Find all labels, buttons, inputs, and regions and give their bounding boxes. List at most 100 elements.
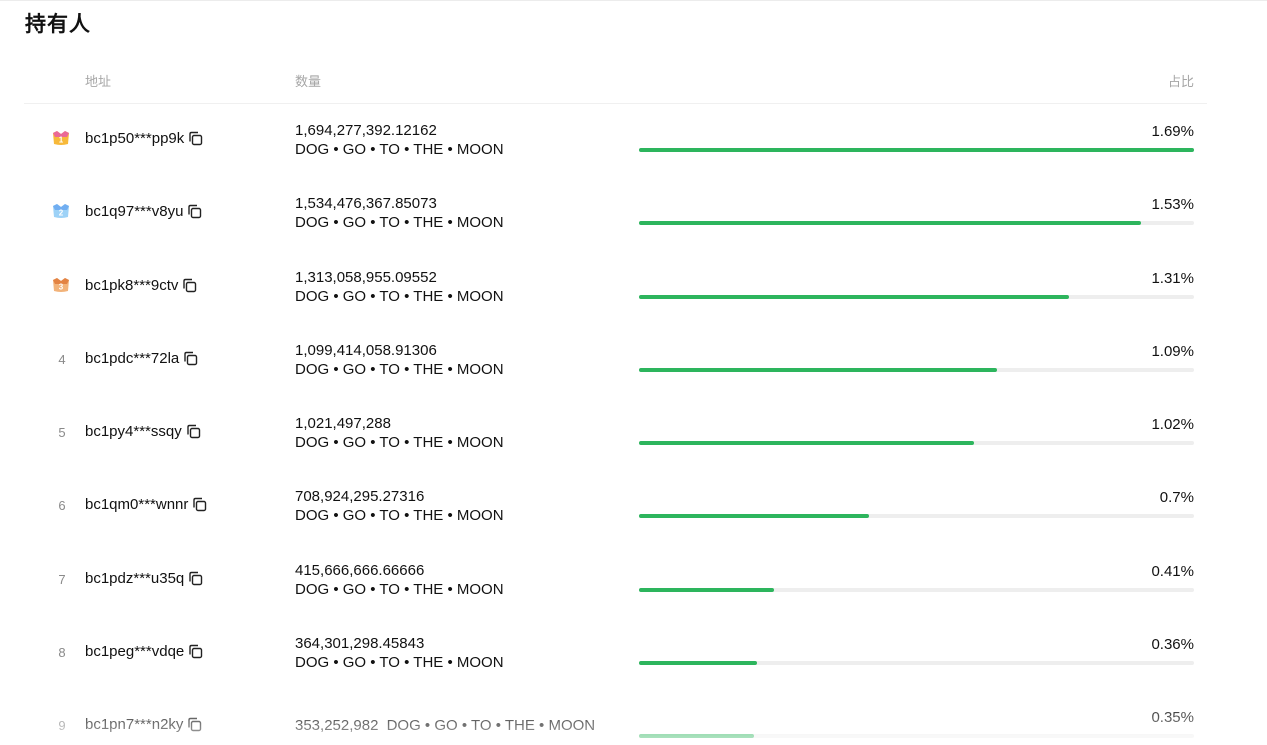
holding-amount: 353,252,982	[295, 717, 379, 735]
holder-address[interactable]: bc1pdz***u35q	[85, 570, 204, 587]
holding-amount: 708,924,295.27316	[295, 488, 425, 506]
copy-icon[interactable]	[186, 716, 203, 733]
holder-address-text: bc1pdz***u35q	[85, 569, 185, 587]
share-progress-bar	[639, 367, 1194, 372]
column-header-quantity: 数量	[295, 74, 322, 89]
holding-amount: 364,301,298.45843	[295, 635, 425, 653]
holder-address-text: bc1qm0***wnnr	[85, 496, 189, 514]
column-header-share: 占比	[1167, 74, 1194, 89]
holding-amount: 1,021,497,288	[295, 415, 391, 433]
share-progress-fill	[639, 221, 1142, 226]
rank-number: 9	[58, 718, 66, 734]
holding-share-percent: 1.02%	[1151, 416, 1194, 434]
holding-quantity: 1,021,497,288 DOG • GO • TO • THE • MOON	[295, 414, 504, 452]
table-row: 3 bc1pk8***9ctv 1,313,058,955.09552 DOG …	[24, 251, 1207, 324]
share-progress-fill	[639, 367, 997, 372]
share-progress-fill	[639, 294, 1070, 299]
share-progress-bar	[639, 514, 1194, 519]
holder-address[interactable]: bc1q97***v8yu	[85, 203, 203, 220]
share-progress-fill	[639, 441, 974, 446]
holder-address-text: bc1py4***ssqy	[85, 423, 182, 441]
token-name: DOG • GO • TO • THE • MOON	[295, 580, 504, 598]
holder-address[interactable]: bc1qm0***wnnr	[85, 496, 208, 513]
share-progress-fill	[639, 587, 774, 592]
share-progress-fill	[639, 514, 869, 519]
medal-rank-number: 1	[59, 136, 64, 145]
copy-icon[interactable]	[187, 643, 204, 660]
holding-share-percent: 1.69%	[1151, 123, 1194, 140]
share-progress-bar	[639, 441, 1194, 446]
holder-address-text: bc1p50***pp9k	[85, 130, 185, 147]
holder-address[interactable]: bc1pdc***72la	[85, 350, 199, 367]
holding-share-percent: 0.41%	[1151, 562, 1194, 580]
holding-share-percent: 0.7%	[1159, 489, 1194, 507]
rank-number: 8	[58, 645, 66, 661]
table-row: 2 bc1q97***v8yu 1,534,476,367.85073 DOG …	[24, 177, 1207, 250]
table-row: 7 bc1pdz***u35q 415,666,666.66666 DOG • …	[24, 544, 1207, 617]
holder-address-text: bc1pdc***72la	[85, 349, 180, 367]
token-name: DOG • GO • TO • THE • MOON	[295, 507, 504, 525]
column-header-address: 地址	[85, 74, 112, 89]
share-progress-bar	[639, 221, 1194, 226]
token-name: DOG • GO • TO • THE • MOON	[295, 287, 504, 305]
rank-number: 4	[58, 351, 66, 367]
holding-share-percent: 0.35%	[1151, 709, 1194, 727]
gold-medal-icon: 1	[53, 131, 69, 145]
copy-icon[interactable]	[181, 277, 198, 294]
silver-medal-icon: 2	[53, 204, 69, 219]
share-progress-fill	[639, 661, 758, 666]
holding-quantity: 1,694,277,392.12162 DOG • GO • TO • THE …	[295, 121, 504, 159]
holding-amount: 1,534,476,367.85073	[295, 195, 437, 213]
copy-icon[interactable]	[187, 570, 204, 587]
share-progress-fill	[639, 148, 1194, 152]
holder-address[interactable]: bc1pn7***n2ky	[85, 716, 203, 733]
holder-address[interactable]: bc1peg***vdqe	[85, 643, 204, 660]
holder-address-text: bc1peg***vdqe	[85, 643, 185, 661]
token-name: DOG • GO • TO • THE • MOON	[295, 434, 504, 452]
holding-share-percent: 1.09%	[1151, 342, 1194, 360]
copy-icon[interactable]	[187, 130, 204, 147]
rank-number: 6	[58, 498, 66, 514]
holders-table-body: 1 bc1p50***pp9k 1,694,277,392.12162 DOG …	[24, 104, 1207, 745]
medal-rank-number: 3	[59, 282, 64, 291]
holder-address[interactable]: bc1p50***pp9k	[85, 130, 204, 147]
table-row: 5 bc1py4***ssqy 1,021,497,288 DOG • GO •…	[24, 397, 1207, 470]
token-name: DOG • GO • TO • THE • MOON	[295, 654, 504, 672]
holding-quantity: 364,301,298.45843 DOG • GO • TO • THE • …	[295, 634, 504, 672]
share-progress-bar	[639, 734, 1194, 739]
table-row: 6 bc1qm0***wnnr 708,924,295.27316 DOG • …	[24, 470, 1207, 543]
holding-share-percent: 1.31%	[1151, 269, 1194, 287]
holding-amount: 1,099,414,058.91306	[295, 341, 437, 359]
copy-icon[interactable]	[182, 350, 199, 367]
rank-number: 5	[58, 425, 66, 441]
copy-icon[interactable]	[186, 203, 203, 220]
table-row: 8 bc1peg***vdqe 364,301,298.45843 DOG • …	[24, 617, 1207, 690]
holders-page: 持有人 地址 数量 占比 1 bc1p50***pp9k 1,694,277,3…	[0, 0, 1267, 745]
holding-quantity: 1,099,414,058.91306 DOG • GO • TO • THE …	[295, 341, 504, 379]
table-row: 4 bc1pdc***72la 1,099,414,058.91306 DOG …	[24, 324, 1207, 397]
holding-quantity: 708,924,295.27316 DOG • GO • TO • THE • …	[295, 487, 504, 525]
bronze-medal-icon: 3	[53, 277, 69, 292]
copy-icon[interactable]	[191, 496, 208, 513]
holding-amount: 415,666,666.66666	[295, 561, 425, 579]
copy-icon[interactable]	[185, 423, 202, 440]
medal-rank-number: 2	[59, 209, 64, 218]
page-title: 持有人	[25, 13, 91, 36]
holding-quantity: 1,313,058,955.09552 DOG • GO • TO • THE …	[295, 268, 504, 306]
token-name: DOG • GO • TO • THE • MOON	[295, 214, 504, 232]
rank-number: 7	[58, 571, 66, 587]
share-progress-bar	[639, 587, 1194, 592]
share-progress-fill	[639, 734, 754, 739]
holder-address[interactable]: bc1pk8***9ctv	[85, 277, 198, 294]
token-name: DOG • GO • TO • THE • MOON	[295, 360, 504, 378]
holding-quantity: 353,252,982 DOG • GO • TO • THE • MOON	[295, 717, 595, 734]
holding-quantity: 1,534,476,367.85073 DOG • GO • TO • THE …	[295, 194, 504, 232]
holders-table-header: 地址 数量 占比	[24, 63, 1207, 104]
holder-address-text: bc1pn7***n2ky	[85, 716, 184, 734]
holding-share-percent: 0.36%	[1151, 636, 1194, 654]
table-row: 9 bc1pn7***n2ky 353,252,982 DOG • GO • T…	[24, 690, 1207, 745]
holder-address[interactable]: bc1py4***ssqy	[85, 423, 202, 440]
holding-quantity: 415,666,666.66666 DOG • GO • TO • THE • …	[295, 561, 504, 599]
holder-address-text: bc1q97***v8yu	[85, 203, 184, 221]
token-name: DOG • GO • TO • THE • MOON	[386, 717, 596, 735]
